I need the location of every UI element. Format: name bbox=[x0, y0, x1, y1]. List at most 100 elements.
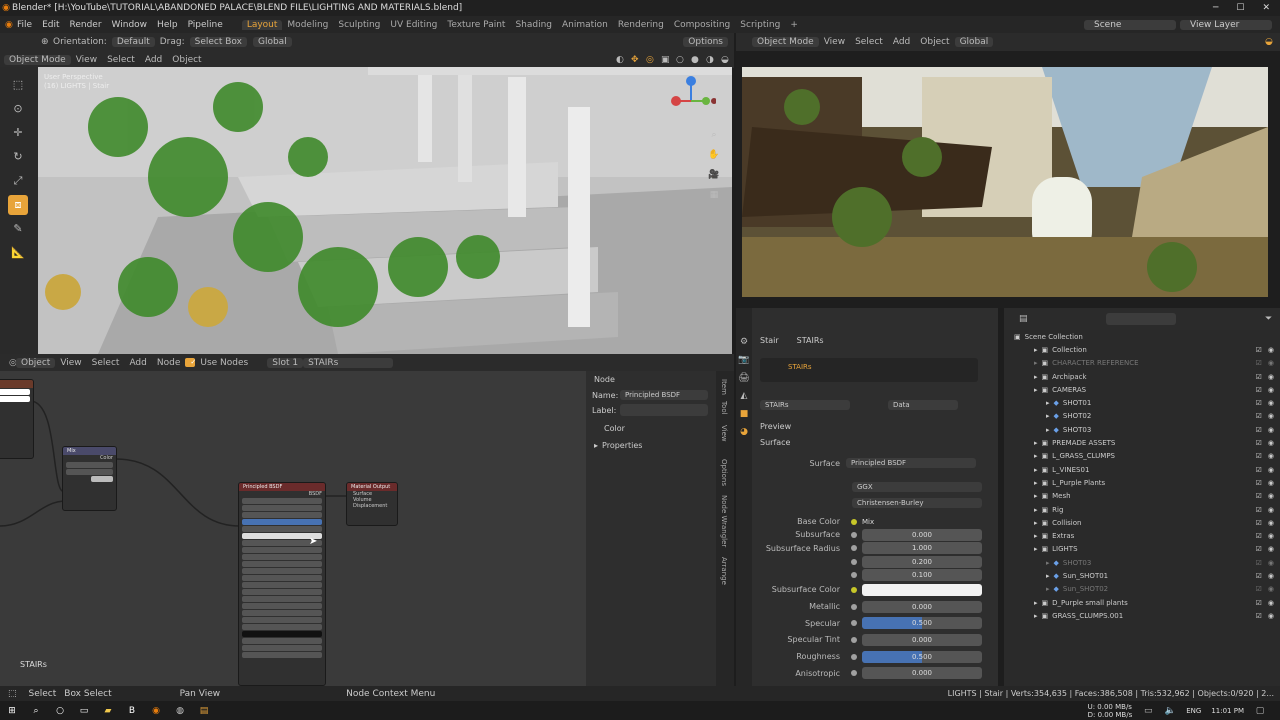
annotate-tool-icon[interactable]: ✎ bbox=[8, 219, 28, 239]
orientation-dropdown[interactable]: Default bbox=[111, 37, 155, 47]
exclude-checkbox-icon[interactable]: ☑ bbox=[1256, 492, 1262, 500]
material-shading-icon[interactable]: ◑ bbox=[701, 54, 714, 66]
object-props-icon[interactable]: ■ bbox=[738, 408, 750, 420]
editor-type-icon[interactable]: ◎ bbox=[4, 357, 17, 369]
exclude-checkbox-icon[interactable]: ☑ bbox=[1256, 452, 1262, 460]
node-properties-panel[interactable]: ▸ Properties bbox=[586, 439, 716, 452]
outliner-item[interactable]: ▸ ▣ PREMADE ASSETS ☑ ◉ bbox=[1004, 436, 1280, 449]
expand-arrow-icon[interactable]: ▸ bbox=[1046, 412, 1050, 420]
outliner-item[interactable]: ▸ ▣ Archipack ☑ ◉ bbox=[1004, 370, 1280, 383]
menu-file[interactable]: File bbox=[12, 20, 37, 30]
navigation-gizmo[interactable] bbox=[666, 73, 717, 123]
outliner-item[interactable]: ▸ ▣ Collision ☑ ◉ bbox=[1004, 516, 1280, 529]
eye-icon[interactable]: ◉ bbox=[1268, 612, 1274, 620]
render-props-icon[interactable]: 📷 bbox=[738, 354, 750, 366]
prop-field[interactable]: 0.000 bbox=[862, 633, 982, 646]
blender-taskbar-icon[interactable]: ◉ bbox=[150, 705, 162, 717]
socket-dot-icon[interactable] bbox=[851, 636, 857, 643]
exclude-checkbox-icon[interactable]: ☑ bbox=[1256, 506, 1262, 514]
cursor-tool-icon[interactable]: ⊙ bbox=[8, 99, 28, 119]
side-tab-options[interactable]: Options bbox=[720, 459, 728, 486]
xray-icon[interactable]: ▣ bbox=[656, 54, 670, 66]
surface-panel[interactable]: Surface bbox=[760, 438, 790, 447]
overlay-icon[interactable]: ◎ bbox=[641, 54, 654, 66]
expand-arrow-icon[interactable]: ▸ bbox=[1034, 373, 1038, 381]
outliner-item[interactable]: ▸ ◆ Sun_SHOT01 ☑ ◉ bbox=[1004, 569, 1280, 582]
expand-arrow-icon[interactable]: ▸ bbox=[1046, 585, 1050, 593]
prop-field[interactable] bbox=[862, 583, 982, 596]
slot-dropdown[interactable]: Slot 1 bbox=[267, 357, 304, 368]
ortho-grid-icon[interactable]: ▦ bbox=[708, 189, 720, 201]
transform-orientation-dropdown[interactable]: Global bbox=[252, 37, 292, 47]
socket-dot-icon[interactable] bbox=[851, 653, 857, 660]
outliner-item[interactable]: ▸ ▣ L_VINES01 ☑ ◉ bbox=[1004, 463, 1280, 476]
outliner-item[interactable]: ▸ ▣ Collection ☑ ◉ bbox=[1004, 343, 1280, 356]
exclude-checkbox-icon[interactable]: ☑ bbox=[1256, 532, 1262, 540]
sss-method-dropdown[interactable]: Christensen-Burley bbox=[852, 498, 982, 508]
expand-arrow-icon[interactable]: ▸ bbox=[1034, 439, 1038, 447]
eye-icon[interactable]: ◉ bbox=[1268, 479, 1274, 487]
node-menu-add[interactable]: Add bbox=[124, 358, 151, 368]
exclude-checkbox-icon[interactable]: ☑ bbox=[1256, 412, 1262, 420]
eye-icon[interactable]: ◉ bbox=[1268, 519, 1274, 527]
socket-dot-icon[interactable] bbox=[851, 545, 857, 552]
tab-compositing[interactable]: Compositing bbox=[669, 20, 735, 30]
maximize-icon[interactable]: ☐ bbox=[1236, 3, 1244, 13]
task-view-icon[interactable]: ▭ bbox=[78, 705, 90, 717]
minimize-icon[interactable]: ─ bbox=[1213, 3, 1218, 13]
principled-bsdf-node[interactable]: Principled BSDF BSDF bbox=[238, 482, 326, 686]
eye-icon[interactable]: ◉ bbox=[1268, 386, 1274, 394]
tab-shading[interactable]: Shading bbox=[510, 20, 557, 30]
socket-dot-icon[interactable] bbox=[851, 670, 857, 677]
outliner-item[interactable]: ▸ ▣ D_Purple small plants ☑ ◉ bbox=[1004, 596, 1280, 609]
material-data-dropdown[interactable]: Data bbox=[888, 400, 958, 410]
eye-icon[interactable]: ◉ bbox=[1268, 466, 1274, 474]
mix-node[interactable]: Mix Color bbox=[62, 446, 117, 511]
active-tool-icon[interactable]: ⊕ bbox=[36, 36, 49, 48]
node-name-field[interactable]: Principled BSDF bbox=[620, 390, 708, 400]
expand-arrow-icon[interactable]: ▸ bbox=[1034, 506, 1038, 514]
render-transform-dropdown[interactable]: Global bbox=[954, 37, 994, 47]
app-icon-b[interactable]: B bbox=[126, 705, 138, 717]
select-tool-icon[interactable]: ⬚ bbox=[8, 75, 28, 95]
prop-field[interactable]: 0.500 bbox=[862, 650, 982, 663]
scene-selector[interactable]: Scene bbox=[1084, 19, 1176, 30]
exclude-checkbox-icon[interactable]: ☑ bbox=[1256, 572, 1262, 580]
side-tab-view[interactable]: View bbox=[720, 425, 728, 442]
expand-arrow-icon[interactable]: ▸ bbox=[1046, 572, 1050, 580]
vp-menu-view[interactable]: View bbox=[71, 55, 102, 65]
expand-arrow-icon[interactable]: ▸ bbox=[1046, 399, 1050, 407]
side-tab-arrange[interactable]: Arrange bbox=[720, 557, 728, 585]
visibility-icon[interactable]: ◐ bbox=[611, 54, 624, 66]
menu-window[interactable]: Window bbox=[107, 20, 153, 30]
outliner-item[interactable]: ▸ ▣ LIGHTS ☑ ◉ bbox=[1004, 543, 1280, 556]
socket-dot-icon[interactable] bbox=[851, 518, 857, 525]
node-menu-node[interactable]: Node bbox=[152, 358, 186, 368]
outliner-item[interactable]: ▸ ▣ L_GRASS_CLUMPS ☑ ◉ bbox=[1004, 450, 1280, 463]
eye-icon[interactable]: ◉ bbox=[1268, 412, 1274, 420]
prop-field[interactable]: 0.000 bbox=[862, 600, 982, 613]
eye-icon[interactable]: ◉ bbox=[1268, 359, 1274, 367]
camera-view-icon[interactable]: 🎥 bbox=[708, 169, 720, 181]
exclude-checkbox-icon[interactable]: ☑ bbox=[1256, 545, 1262, 553]
socket-dot-icon[interactable] bbox=[851, 620, 857, 627]
tab-uv-editing[interactable]: UV Editing bbox=[385, 20, 442, 30]
scene-props-icon[interactable]: ◭ bbox=[738, 390, 750, 402]
exclude-checkbox-icon[interactable]: ☑ bbox=[1256, 439, 1262, 447]
add-workspace-button[interactable]: + bbox=[785, 20, 803, 30]
node-color-panel[interactable]: Color bbox=[586, 418, 716, 439]
exclude-checkbox-icon[interactable]: ☑ bbox=[1256, 346, 1262, 354]
socket-dot-icon[interactable] bbox=[851, 603, 857, 610]
render-menu-add[interactable]: Add bbox=[888, 37, 915, 47]
language-indicator[interactable]: ENG bbox=[1186, 707, 1201, 715]
outliner-item[interactable]: ▸ ▣ Mesh ☑ ◉ bbox=[1004, 490, 1280, 503]
outliner-item[interactable]: ▸ ▣ L_Purple Plants ☑ ◉ bbox=[1004, 476, 1280, 489]
zoom-icon[interactable]: ⌕ bbox=[708, 129, 720, 141]
close-icon[interactable]: ✕ bbox=[1262, 3, 1270, 13]
render-menu-view[interactable]: View bbox=[819, 37, 850, 47]
shader-type-dropdown[interactable]: Object bbox=[16, 357, 56, 368]
file-explorer-icon[interactable]: ▰ bbox=[102, 705, 114, 717]
eye-icon[interactable]: ◉ bbox=[1268, 599, 1274, 607]
expand-arrow-icon[interactable]: ▸ bbox=[1034, 386, 1038, 394]
eye-icon[interactable]: ◉ bbox=[1268, 506, 1274, 514]
